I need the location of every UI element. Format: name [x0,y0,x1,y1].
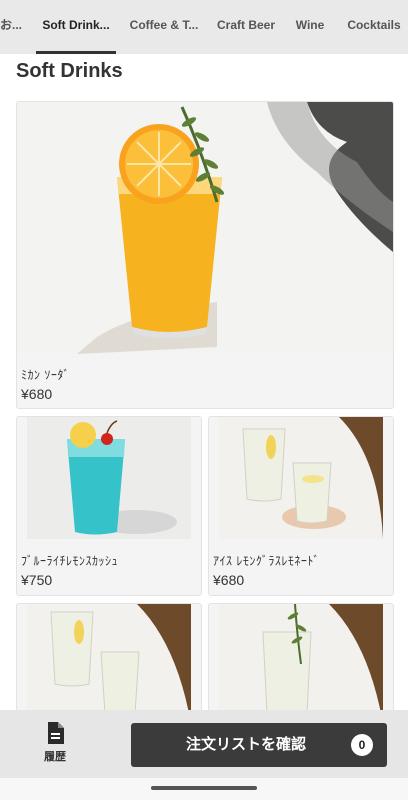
menu-item-name: ｱｲｽ ﾚﾓﾝｸﾞﾗｽﾚﾓﾈｰﾄﾞ [213,554,320,568]
menu-item-image [27,417,191,539]
menu-item-card[interactable]: ﾐｶﾝ ｿｰﾀﾞ ¥680 [16,101,394,409]
menu-item-price: ¥680 [213,572,245,588]
document-icon [48,722,64,744]
menu-item-card[interactable] [208,603,394,725]
menu-item-card[interactable] [16,603,202,725]
history-label: 履歴 [44,751,66,763]
section-title: Soft Drinks [16,60,123,82]
tab-cocktails[interactable]: Cocktails [340,0,408,54]
tab-coffee-tea[interactable]: Coffee & T... [126,0,202,54]
tab-label: Cocktails [347,18,401,32]
tab-recommended[interactable]: お... [0,0,26,54]
confirm-order-label: 注文リストを確認 [185,736,306,753]
tab-label: Coffee & T... [129,18,199,32]
menu-item-image [219,604,383,724]
tab-craft-beer[interactable]: Craft Beer [212,0,280,54]
menu-item-name: ﾐｶﾝ ｿｰﾀﾞ [21,368,70,382]
category-tab-bar: お... Soft Drink... Coffee & T... Craft B… [0,0,408,54]
tab-soft-drinks[interactable]: Soft Drink... [36,0,116,54]
menu-item-name: ﾌﾞﾙｰﾗｲﾁﾚﾓﾝｽｶｯｼｭ [21,554,119,568]
history-button[interactable]: 履歴 [20,722,90,772]
cart-count-badge: 0 [351,734,373,756]
menu-item-price: ¥680 [21,386,53,402]
confirm-order-list-button[interactable]: 注文リストを確認 0 [131,723,387,767]
active-tab-indicator [36,51,116,54]
tab-wine[interactable]: Wine [290,0,330,54]
menu-item-image [17,102,393,354]
menu-item-card[interactable]: ｱｲｽ ﾚﾓﾝｸﾞﾗｽﾚﾓﾈｰﾄﾞ ¥680 [208,416,394,596]
tab-label: Soft Drink... [42,18,110,32]
home-indicator[interactable] [151,786,257,790]
tab-label: Craft Beer [216,18,276,32]
menu-item-image [219,417,383,539]
menu-item-card[interactable]: ﾌﾞﾙｰﾗｲﾁﾚﾓﾝｽｶｯｼｭ ¥750 [16,416,202,596]
menu-item-image [27,604,191,724]
tab-label: Wine [295,18,325,32]
tab-label: お... [0,18,22,32]
menu-item-price: ¥750 [21,572,53,588]
